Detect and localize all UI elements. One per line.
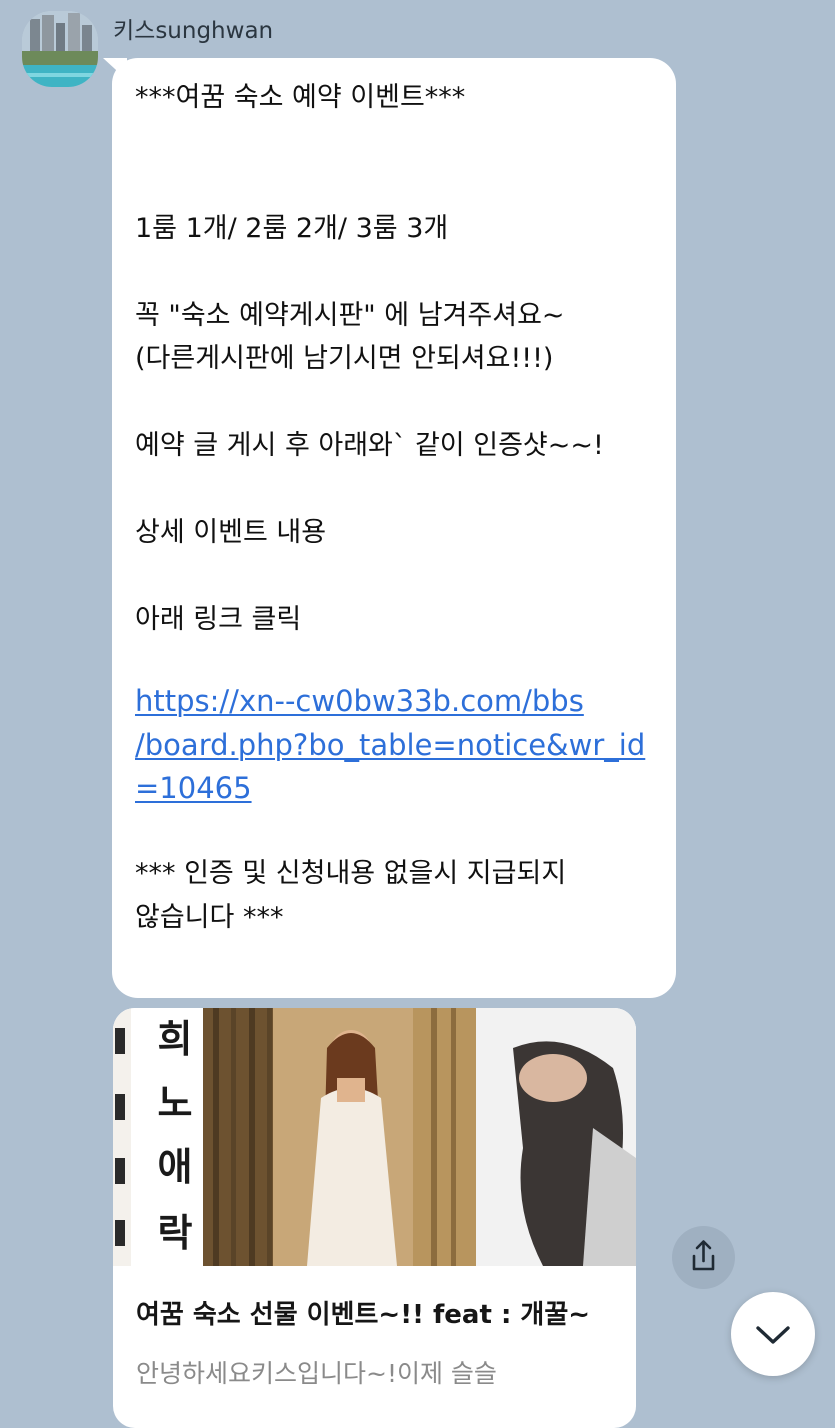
sender-name: 키스sunghwan — [113, 18, 274, 44]
link-preview-card[interactable]: 희 노 애 락 여꿈 숙소 선물 이벤트~!! feat : 개꿀~ 안녕하세요… — [113, 1008, 636, 1428]
event-link[interactable]: https://xn--cw0bw33b.com/bbs /board.php?… — [135, 680, 665, 811]
scroll-to-bottom-button[interactable] — [731, 1292, 815, 1376]
link-preview-title: 여꿈 숙소 선물 이벤트~!! feat : 개꿀~ — [136, 1300, 591, 1330]
sender-avatar[interactable] — [22, 11, 98, 87]
link-preview-description: 안녕하세요키스입니다~!이제 슬슬 — [136, 1359, 497, 1388]
image-char-4: 락 — [158, 1210, 193, 1255]
event-link-line-1[interactable]: https://xn--cw0bw33b.com/bbs — [135, 680, 665, 724]
message-footer: *** 인증 및 신청내용 없을시 지급되지 않습니다 *** — [135, 858, 567, 933]
image-char-1: 희 — [158, 1016, 193, 1061]
share-icon — [692, 1240, 715, 1271]
event-link-line-3[interactable]: =10465 — [135, 767, 665, 811]
image-char-2: 노 — [158, 1080, 193, 1125]
avatar-image — [22, 11, 98, 87]
message-text: ***여꿈 숙소 예약 이벤트*** 1룸 1개/ 2룸 2개/ 3룸 3개 꼭… — [135, 82, 604, 635]
share-button[interactable] — [672, 1226, 735, 1289]
event-link-line-2[interactable]: /board.php?bo_table=notice&wr_id — [135, 724, 665, 768]
chevron-down-icon — [756, 1326, 790, 1344]
link-preview-image: 희 노 애 락 — [113, 1008, 636, 1266]
image-char-3: 애 — [158, 1144, 193, 1189]
